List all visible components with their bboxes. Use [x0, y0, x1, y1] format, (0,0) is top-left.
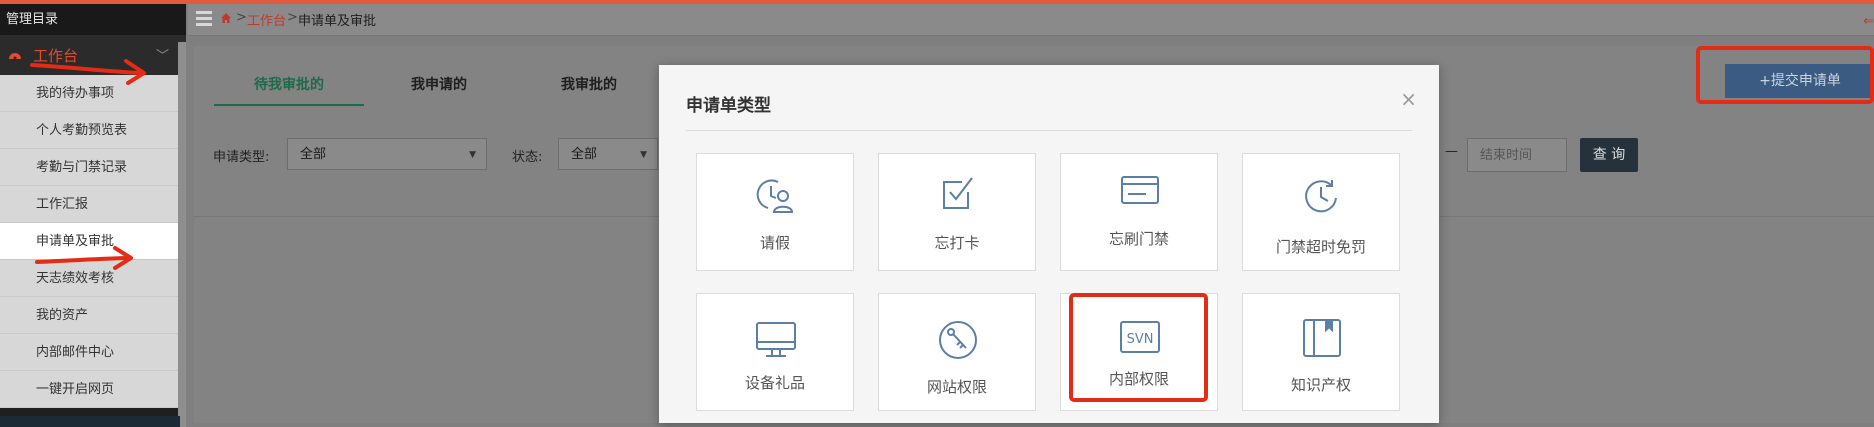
tab-my-applications[interactable]: 我申请的 [364, 66, 514, 104]
home-icon[interactable] [220, 12, 232, 24]
card-leave[interactable]: 请假 [696, 153, 854, 271]
query-button[interactable]: 查 询 [1580, 138, 1638, 172]
type-select-value: 全部 [300, 147, 327, 162]
card-label: 请假 [759, 234, 790, 252]
tab-my-approvals[interactable]: 我审批的 [514, 66, 664, 104]
card-label: 忘刷门禁 [1108, 230, 1169, 248]
sidebar-menu: 我的待办事项 个人考勤预览表 考勤与门禁记录 工作汇报 申请单及审批 天志绩效考… [0, 75, 180, 408]
end-time-input[interactable]: 结束时间 [1467, 138, 1567, 172]
check-in-icon [943, 177, 973, 209]
key-icon [939, 321, 977, 359]
annotation-box-internal-permission [1069, 293, 1208, 402]
access-card-icon [1121, 176, 1159, 204]
card-intellectual-property[interactable]: 知识产权 [1242, 293, 1400, 411]
card-website-permission[interactable]: 网站权限 [878, 293, 1036, 411]
dashboard-icon [9, 53, 21, 60]
modal-title: 申请单类型 [686, 96, 771, 116]
status-select[interactable]: 全部 ▼ [558, 138, 658, 170]
caret-down-icon: ▼ [469, 150, 476, 160]
sidebar-item-attendance-preview[interactable]: 个人考勤预览表 [0, 112, 180, 149]
card-label: 知识产权 [1290, 376, 1351, 394]
sidebar-item-work-report[interactable]: 工作汇报 [0, 186, 180, 223]
clock-icon [1305, 180, 1337, 213]
sidebar-item-mail[interactable]: 内部邮件中心 [0, 334, 180, 371]
monitor-icon [756, 322, 796, 357]
card-forgot-access[interactable]: 忘刷门禁 [1060, 153, 1218, 271]
type-filter-label: 申请类型: [213, 150, 270, 165]
breadcrumb-separator: > [287, 10, 298, 25]
leave-icon [756, 179, 794, 213]
chevron-down-icon: ﹀ [156, 49, 170, 64]
caret-down-icon: ▼ [640, 150, 647, 160]
card-label: 忘打卡 [934, 234, 980, 252]
sidebar-item-assets[interactable]: 我的资产 [0, 297, 180, 334]
status-filter-label: 状态: [512, 150, 543, 165]
card-forgot-checkin[interactable]: 忘打卡 [878, 153, 1036, 271]
breadcrumb-current: 申请单及审批 [298, 14, 377, 29]
card-label: 设备礼品 [744, 374, 805, 392]
card-access-timeout[interactable]: 门禁超时免罚 [1242, 153, 1400, 271]
close-icon[interactable]: × [1400, 87, 1417, 111]
menu-toggle-icon[interactable] [196, 11, 212, 27]
breadcrumb-workbench[interactable]: 工作台 [247, 10, 286, 29]
annotation-arrow [35, 246, 133, 270]
card-equipment-gift[interactable]: 设备礼品 [696, 293, 854, 411]
logout-icon[interactable]: ⇐ [1863, 14, 1874, 29]
date-range-dash: — [1445, 144, 1458, 159]
card-label: 网站权限 [926, 378, 987, 396]
breadcrumb-separator: > [236, 10, 247, 25]
annotation-box-submit [1696, 46, 1874, 104]
application-type-modal: 申请单类型 × 请假 忘打卡 忘刷门禁 门禁超时免罚 设备礼品 网站权限 SVN… [659, 65, 1439, 423]
type-select[interactable]: 全部 ▼ [287, 138, 487, 170]
card-label: 门禁超时免罚 [1275, 238, 1366, 256]
tab-pending-approval[interactable]: 待我审批的 [214, 66, 364, 106]
breadcrumb: > 工作台 > 申请单及审批 ⇐ [188, 4, 1874, 36]
sidebar-item-open-web[interactable]: 一键开启网页 [0, 371, 180, 408]
book-icon [1303, 319, 1341, 357]
annotation-arrow [30, 59, 146, 85]
status-select-value: 全部 [571, 147, 598, 162]
sidebar-scrollbar[interactable] [178, 42, 186, 427]
modal-divider [686, 130, 1412, 131]
sidebar-header: 管理目录 [0, 4, 186, 35]
sidebar-footer [0, 416, 180, 427]
sidebar-item-attendance-records[interactable]: 考勤与门禁记录 [0, 149, 180, 186]
